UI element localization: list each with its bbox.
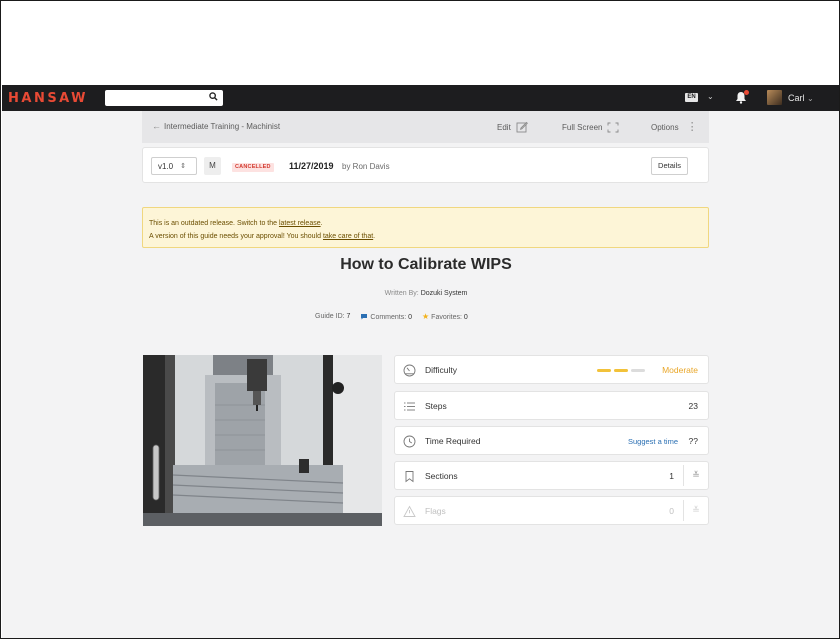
guide-id: Guide ID: 7 — [315, 313, 351, 320]
screenshot-frame: HANSAW EN ⌄ Carl ⌄ ← Intermediate Traini… — [0, 0, 840, 639]
sections-row[interactable]: Sections 1 ≚ — [394, 461, 709, 490]
version-bar: v1.0 ⇕ M CANCELLED 11/27/2019 by Ron Dav… — [142, 147, 709, 183]
steps-value: 23 — [688, 401, 698, 411]
notice-text: . — [373, 233, 376, 240]
time-required-row: Time Required Suggest a time ?? — [394, 426, 709, 455]
notice-line-1: This is an outdated release. Switch to t… — [149, 217, 702, 230]
steps-row: Steps 23 — [394, 391, 709, 420]
star-icon: ★ — [422, 312, 430, 321]
avatar[interactable] — [767, 90, 782, 105]
clock-icon — [403, 435, 416, 448]
author-name[interactable]: Dozuki System — [421, 290, 468, 297]
language-badge[interactable]: EN — [685, 93, 698, 102]
sections-value: 1 — [669, 471, 674, 481]
version-select[interactable]: v1.0 ⇕ — [151, 157, 197, 175]
difficulty-label: Difficulty — [425, 365, 457, 375]
flags-row[interactable]: Flags 0 ≚ — [394, 496, 709, 525]
difficulty-row: Difficulty Moderate — [394, 355, 709, 384]
edit-label: Edit — [497, 122, 511, 132]
notice-line-2: A version of this guide needs your appro… — [149, 230, 702, 243]
gauge-icon — [403, 364, 416, 377]
suggest-time-link[interactable]: Suggest a time — [628, 437, 678, 446]
difficulty-meter — [597, 369, 645, 372]
written-by-label: Written By: — [384, 290, 419, 297]
guide-main-image[interactable] — [143, 355, 382, 526]
page-title: How to Calibrate WIPS — [340, 256, 512, 273]
flags-value: 0 — [669, 506, 674, 516]
version-select-value: v1.0 — [158, 161, 174, 171]
app-window: HANSAW EN ⌄ Carl ⌄ ← Intermediate Traini… — [2, 85, 839, 638]
bookmark-icon — [405, 471, 414, 483]
notification-dot — [744, 90, 749, 95]
fullscreen-icon — [608, 122, 619, 132]
flags-label: Flags — [425, 506, 446, 516]
guide-meta: Guide ID: 7 Comments: 0 ★ Favorites: 0 — [315, 312, 468, 321]
guide-toolbar: ← Intermediate Training - Machinist Edit… — [142, 111, 709, 143]
details-button[interactable]: Details — [651, 157, 688, 175]
status-badge: CANCELLED — [232, 163, 274, 172]
search-icon[interactable] — [209, 92, 218, 101]
more-vertical-icon: ⋮ — [686, 121, 698, 133]
version-type-badge: M — [204, 157, 221, 175]
comments-count[interactable]: Comments: 0 — [360, 313, 412, 321]
difficulty-segment — [614, 369, 628, 372]
author-line: Written By: Dozuki System — [2, 290, 839, 297]
fullscreen-label: Full Screen — [562, 122, 603, 132]
list-icon — [404, 402, 415, 411]
approval-link[interactable]: take care of that — [323, 233, 373, 240]
updown-icon: ⇕ — [180, 163, 186, 170]
notice-text: A version of this guide needs your appro… — [149, 233, 323, 240]
steps-label: Steps — [425, 401, 447, 411]
breadcrumb[interactable]: Intermediate Training - Machinist — [164, 122, 280, 131]
time-required-label: Time Required — [425, 436, 481, 446]
edit-button[interactable]: Edit — [497, 119, 528, 135]
favorites-count[interactable]: ★ Favorites: 0 — [422, 312, 468, 321]
sections-label: Sections — [425, 471, 458, 481]
difficulty-segment — [631, 369, 645, 372]
chevron-double-down-icon[interactable]: ≚ — [683, 465, 708, 486]
notice-text: This is an outdated release. Switch to t… — [149, 220, 279, 227]
difficulty-segment — [597, 369, 611, 372]
chevron-double-down-icon[interactable]: ≚ — [683, 500, 708, 521]
user-name[interactable]: Carl ⌄ — [788, 93, 814, 103]
fullscreen-button[interactable]: Full Screen — [562, 119, 619, 135]
version-author: by Ron Davis — [342, 162, 390, 171]
notice-text: . — [320, 220, 323, 227]
options-label: Options — [651, 122, 679, 132]
chevron-down-icon[interactable]: ⌄ — [707, 92, 714, 101]
difficulty-value: Moderate — [662, 365, 698, 375]
search-input[interactable] — [105, 90, 223, 106]
back-arrow-icon[interactable]: ← — [152, 121, 161, 131]
edit-icon — [516, 121, 528, 133]
warning-icon — [403, 505, 416, 517]
machine-photo — [143, 355, 382, 526]
brand-logo[interactable]: HANSAW — [8, 91, 88, 106]
options-button[interactable]: Options ⋮ — [651, 119, 698, 135]
version-date: 11/27/2019 — [289, 161, 334, 171]
comment-icon — [361, 313, 368, 319]
top-navbar: HANSAW EN ⌄ Carl ⌄ — [2, 85, 839, 111]
time-required-value: ?? — [688, 436, 698, 446]
latest-release-link[interactable]: latest release — [279, 220, 321, 227]
release-notice: This is an outdated release. Switch to t… — [142, 207, 709, 248]
